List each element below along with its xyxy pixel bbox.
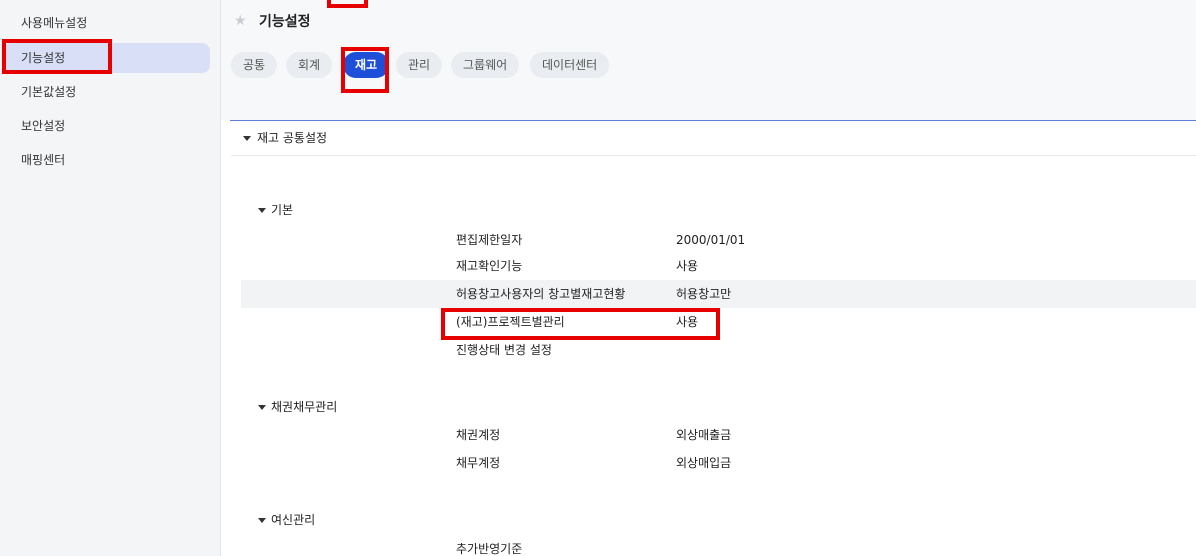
setting-label-edit-limit-date: 편집제한일자 bbox=[456, 233, 523, 247]
group-title-receivables: 채권채무관리 bbox=[271, 400, 338, 414]
sidebar-item-feature-settings[interactable]: 기능설정 bbox=[3, 43, 210, 73]
tab-common[interactable]: 공통 bbox=[231, 52, 278, 78]
tab-groupware[interactable]: 그룹웨어 bbox=[451, 52, 520, 78]
caret-down-icon[interactable] bbox=[258, 208, 266, 213]
setting-label-status-change[interactable]: 진행상태 변경 설정 bbox=[456, 342, 552, 358]
caret-down-icon[interactable] bbox=[258, 518, 266, 523]
group-title-basic: 기본 bbox=[271, 203, 294, 217]
setting-value-edit-limit-date[interactable]: 2000/01/01 bbox=[676, 232, 745, 248]
setting-value-project-management[interactable]: 사용 bbox=[676, 314, 698, 330]
setting-label-additional-criteria: 추가반영기준 bbox=[456, 542, 523, 556]
caret-down-icon[interactable] bbox=[243, 136, 251, 141]
tab-data-center[interactable]: 데이터센터 bbox=[530, 52, 610, 78]
star-icon[interactable]: ★ bbox=[234, 12, 247, 30]
setting-label-receivable-account: 채권계정 bbox=[456, 428, 501, 442]
setting-value-warehouse-stock-view[interactable]: 허용창고만 bbox=[676, 286, 731, 302]
setting-label-stock-check: 재고확인기능 bbox=[456, 259, 523, 273]
tab-accounting[interactable]: 회계 bbox=[286, 52, 333, 78]
tab-inventory[interactable]: 재고 bbox=[343, 52, 390, 78]
setting-value-stock-check[interactable]: 사용 bbox=[676, 258, 698, 274]
page-title: 기능설정 bbox=[259, 14, 311, 30]
sidebar-item-security-settings[interactable]: 보안설정 bbox=[0, 111, 221, 141]
setting-value-payable-account[interactable]: 외상매입금 bbox=[676, 455, 731, 471]
settings-sidebar: 사용메뉴설정 기능설정 기본값설정 보안설정 매핑센터 bbox=[0, 0, 221, 556]
setting-label-payable-account: 채무계정 bbox=[456, 456, 501, 470]
tab-management[interactable]: 관리 bbox=[396, 52, 443, 78]
setting-label-project-management: (재고)프로젝트별관리 bbox=[456, 315, 565, 329]
sidebar-item-default-settings[interactable]: 기본값설정 bbox=[0, 77, 221, 107]
setting-value-receivable-account[interactable]: 외상매출금 bbox=[676, 427, 731, 443]
caret-down-icon[interactable] bbox=[258, 405, 266, 410]
setting-label-warehouse-stock-view: 허용창고사용자의 창고별재고현황 bbox=[456, 287, 626, 301]
sidebar-item-menu-settings[interactable]: 사용메뉴설정 bbox=[0, 8, 221, 38]
section-header[interactable] bbox=[231, 121, 1196, 156]
sidebar-item-mapping-center[interactable]: 매핑센터 bbox=[0, 145, 221, 175]
section-title: 재고 공통설정 bbox=[257, 131, 328, 145]
group-title-credit: 여신관리 bbox=[271, 513, 316, 527]
